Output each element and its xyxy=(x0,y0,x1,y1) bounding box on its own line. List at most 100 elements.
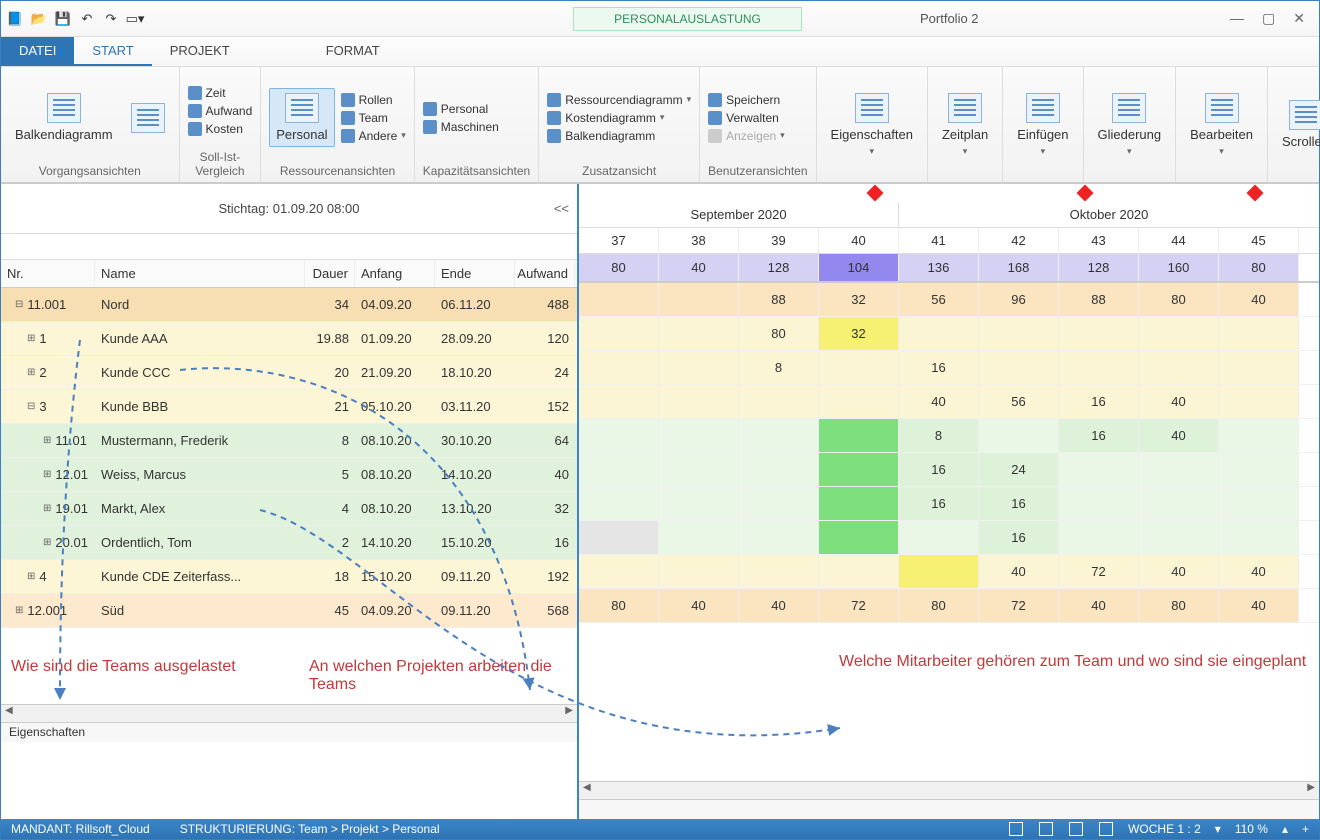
speichern-item[interactable]: Speichern xyxy=(708,93,785,107)
table-row[interactable]: ⊞12.01 Weiss, Marcus5 08.10.2014.10.2040 xyxy=(1,458,577,492)
machine-icon xyxy=(423,120,437,134)
annotation-1: Wie sind die Teams ausgelastet xyxy=(11,658,269,694)
table-row[interactable]: ⊞20.01 Ordentlich, Tom2 14.10.2015.10.20… xyxy=(1,526,577,560)
collapse-left-button[interactable]: << xyxy=(554,201,569,216)
table-row[interactable]: ⊞11.01 Mustermann, Frederik8 08.10.2030.… xyxy=(1,424,577,458)
balkendiagramm-item[interactable]: Balkendiagramm xyxy=(547,129,691,143)
balkendiagramm2-button[interactable] xyxy=(125,99,171,137)
grid-cell xyxy=(1219,317,1299,350)
kostendiagramm-item[interactable]: Kostendiagramm xyxy=(547,111,691,125)
table-row[interactable]: ⊞19.01 Markt, Alex4 08.10.2013.10.2032 xyxy=(1,492,577,526)
grid-row: 1624 xyxy=(579,453,1319,487)
close-icon[interactable]: ✕ xyxy=(1293,10,1305,27)
tree-toggle-icon[interactable]: ⊞ xyxy=(43,435,51,446)
grid-row: 8032 xyxy=(579,317,1319,351)
grid-cell: 16 xyxy=(899,453,979,486)
group-vorgangsansichten: Balkendiagramm Vorgangsansichten xyxy=(1,67,180,182)
tree-toggle-icon[interactable]: ⊞ xyxy=(27,333,35,344)
ressourcendiagramm-item[interactable]: Ressourcendiagramm xyxy=(547,93,691,107)
table-row[interactable]: ⊞2 Kunde CCC20 21.09.2018.10.2024 xyxy=(1,356,577,390)
grid-cell xyxy=(1219,385,1299,418)
zeit-item[interactable]: Zeit xyxy=(188,86,253,100)
grid-cell: 96 xyxy=(979,283,1059,316)
tab-datei[interactable]: DATEI xyxy=(1,37,74,66)
table-row[interactable]: ⊞4 Kunde CDE Zeiterfass...18 15.10.2009.… xyxy=(1,560,577,594)
tree-toggle-icon[interactable]: ⊞ xyxy=(27,571,35,582)
aufwand-item[interactable]: Aufwand xyxy=(188,104,253,118)
tab-format[interactable]: FORMAT xyxy=(308,37,398,66)
tab-start[interactable]: START xyxy=(74,37,151,66)
grid-cell: 40 xyxy=(1219,283,1299,316)
open-icon[interactable]: 📂 xyxy=(29,9,49,29)
status-woche[interactable]: WOCHE 1 : 2 xyxy=(1128,822,1201,836)
col-dauer[interactable]: Dauer xyxy=(305,260,355,287)
table-row[interactable]: ⊞12.001 Süd45 04.09.2009.11.20568 xyxy=(1,594,577,628)
zeitplan-button[interactable]: Zeitplan xyxy=(936,89,994,161)
zoom-down-icon[interactable]: ▾ xyxy=(1215,822,1221,836)
maschinen-item[interactable]: Maschinen xyxy=(423,120,499,134)
col-aufwand[interactable]: Aufwand xyxy=(515,260,575,287)
tree-toggle-icon[interactable]: ⊞ xyxy=(43,503,51,514)
andere-item[interactable]: Andere xyxy=(341,129,406,143)
table-row[interactable]: ⊞1 Kunde AAA19.88 01.09.2028.09.20120 xyxy=(1,322,577,356)
tree-toggle-icon[interactable]: ⊟ xyxy=(15,299,23,310)
team-item[interactable]: Team xyxy=(341,111,406,125)
tab-projekt[interactable]: PROJEKT xyxy=(152,37,248,66)
tree-toggle-icon[interactable]: ⊞ xyxy=(15,605,23,616)
col-name[interactable]: Name xyxy=(95,260,305,287)
zoom-up-icon[interactable]: ▴ xyxy=(1282,822,1288,836)
personal-button[interactable]: Personal xyxy=(269,88,334,147)
tree-toggle-icon[interactable]: ⊟ xyxy=(27,401,35,412)
grid-cell: 40 xyxy=(979,555,1059,588)
week-cell: 40 xyxy=(819,228,899,253)
col-ende[interactable]: Ende xyxy=(435,260,515,287)
tree-toggle-icon[interactable]: ⊞ xyxy=(43,537,51,548)
view-icon-4[interactable] xyxy=(1099,822,1113,836)
zoom-plus-icon[interactable]: + xyxy=(1302,822,1309,836)
total-cell: 160 xyxy=(1139,254,1219,281)
grid-cell: 8 xyxy=(739,351,819,384)
grid-cell: 32 xyxy=(819,317,899,350)
personal-item[interactable]: Personal xyxy=(423,102,499,116)
left-hscroll[interactable] xyxy=(1,704,577,722)
grid-cell xyxy=(579,487,659,520)
save-icon[interactable]: 💾 xyxy=(53,9,73,29)
col-anfang[interactable]: Anfang xyxy=(355,260,435,287)
grid-cell xyxy=(1219,419,1299,452)
right-hscroll[interactable] xyxy=(579,781,1319,799)
stichtag-bar: Stichtag: 01.09.20 08:00 << xyxy=(1,184,577,234)
view-icon-1[interactable] xyxy=(1009,822,1023,836)
redo-icon[interactable]: ↷ xyxy=(101,9,121,29)
annotations-right: Welche Mitarbeiter gehören zum Team und … xyxy=(579,623,1319,681)
bar-chart-icon xyxy=(47,93,81,123)
table-row[interactable]: ⊟3 Kunde BBB21 05.10.2003.11.20152 xyxy=(1,390,577,424)
col-nr[interactable]: Nr. xyxy=(1,260,95,287)
grid-cell: 40 xyxy=(1139,419,1219,452)
maximize-icon[interactable]: ▢ xyxy=(1262,10,1275,27)
grid-cell xyxy=(579,419,659,452)
qat-more-icon[interactable]: ▭▾ xyxy=(125,9,145,29)
view-icon-3[interactable] xyxy=(1069,822,1083,836)
table-row[interactable]: ⊟11.001 Nord34 04.09.2006.11.20488 xyxy=(1,288,577,322)
view-icon-2[interactable] xyxy=(1039,822,1053,836)
eigenschaften-panel-tab[interactable]: Eigenschaften xyxy=(1,722,577,742)
gliederung-button[interactable]: Gliederung xyxy=(1092,89,1168,161)
week-cell: 39 xyxy=(739,228,819,253)
undo-icon[interactable]: ↶ xyxy=(77,9,97,29)
kosten-item[interactable]: Kosten xyxy=(188,122,253,136)
minimize-icon[interactable]: — xyxy=(1230,10,1244,27)
schedule-icon xyxy=(948,93,982,123)
grid-cell: 40 xyxy=(1219,555,1299,588)
verwalten-item[interactable]: Verwalten xyxy=(708,111,785,125)
bearbeiten-button[interactable]: Bearbeiten xyxy=(1184,89,1259,161)
balkendiagramm-button[interactable]: Balkendiagramm xyxy=(9,89,119,146)
eigenschaften-button[interactable]: Eigenschaften xyxy=(825,89,919,161)
clock-icon xyxy=(188,86,202,100)
tree-toggle-icon[interactable]: ⊞ xyxy=(27,367,35,378)
scrollen-button[interactable]: Scrollen xyxy=(1276,96,1320,153)
total-cell: 40 xyxy=(659,254,739,281)
tree-toggle-icon[interactable]: ⊞ xyxy=(43,469,51,480)
properties-icon xyxy=(855,93,889,123)
rollen-item[interactable]: Rollen xyxy=(341,93,406,107)
einfuegen-button[interactable]: Einfügen xyxy=(1011,89,1074,161)
